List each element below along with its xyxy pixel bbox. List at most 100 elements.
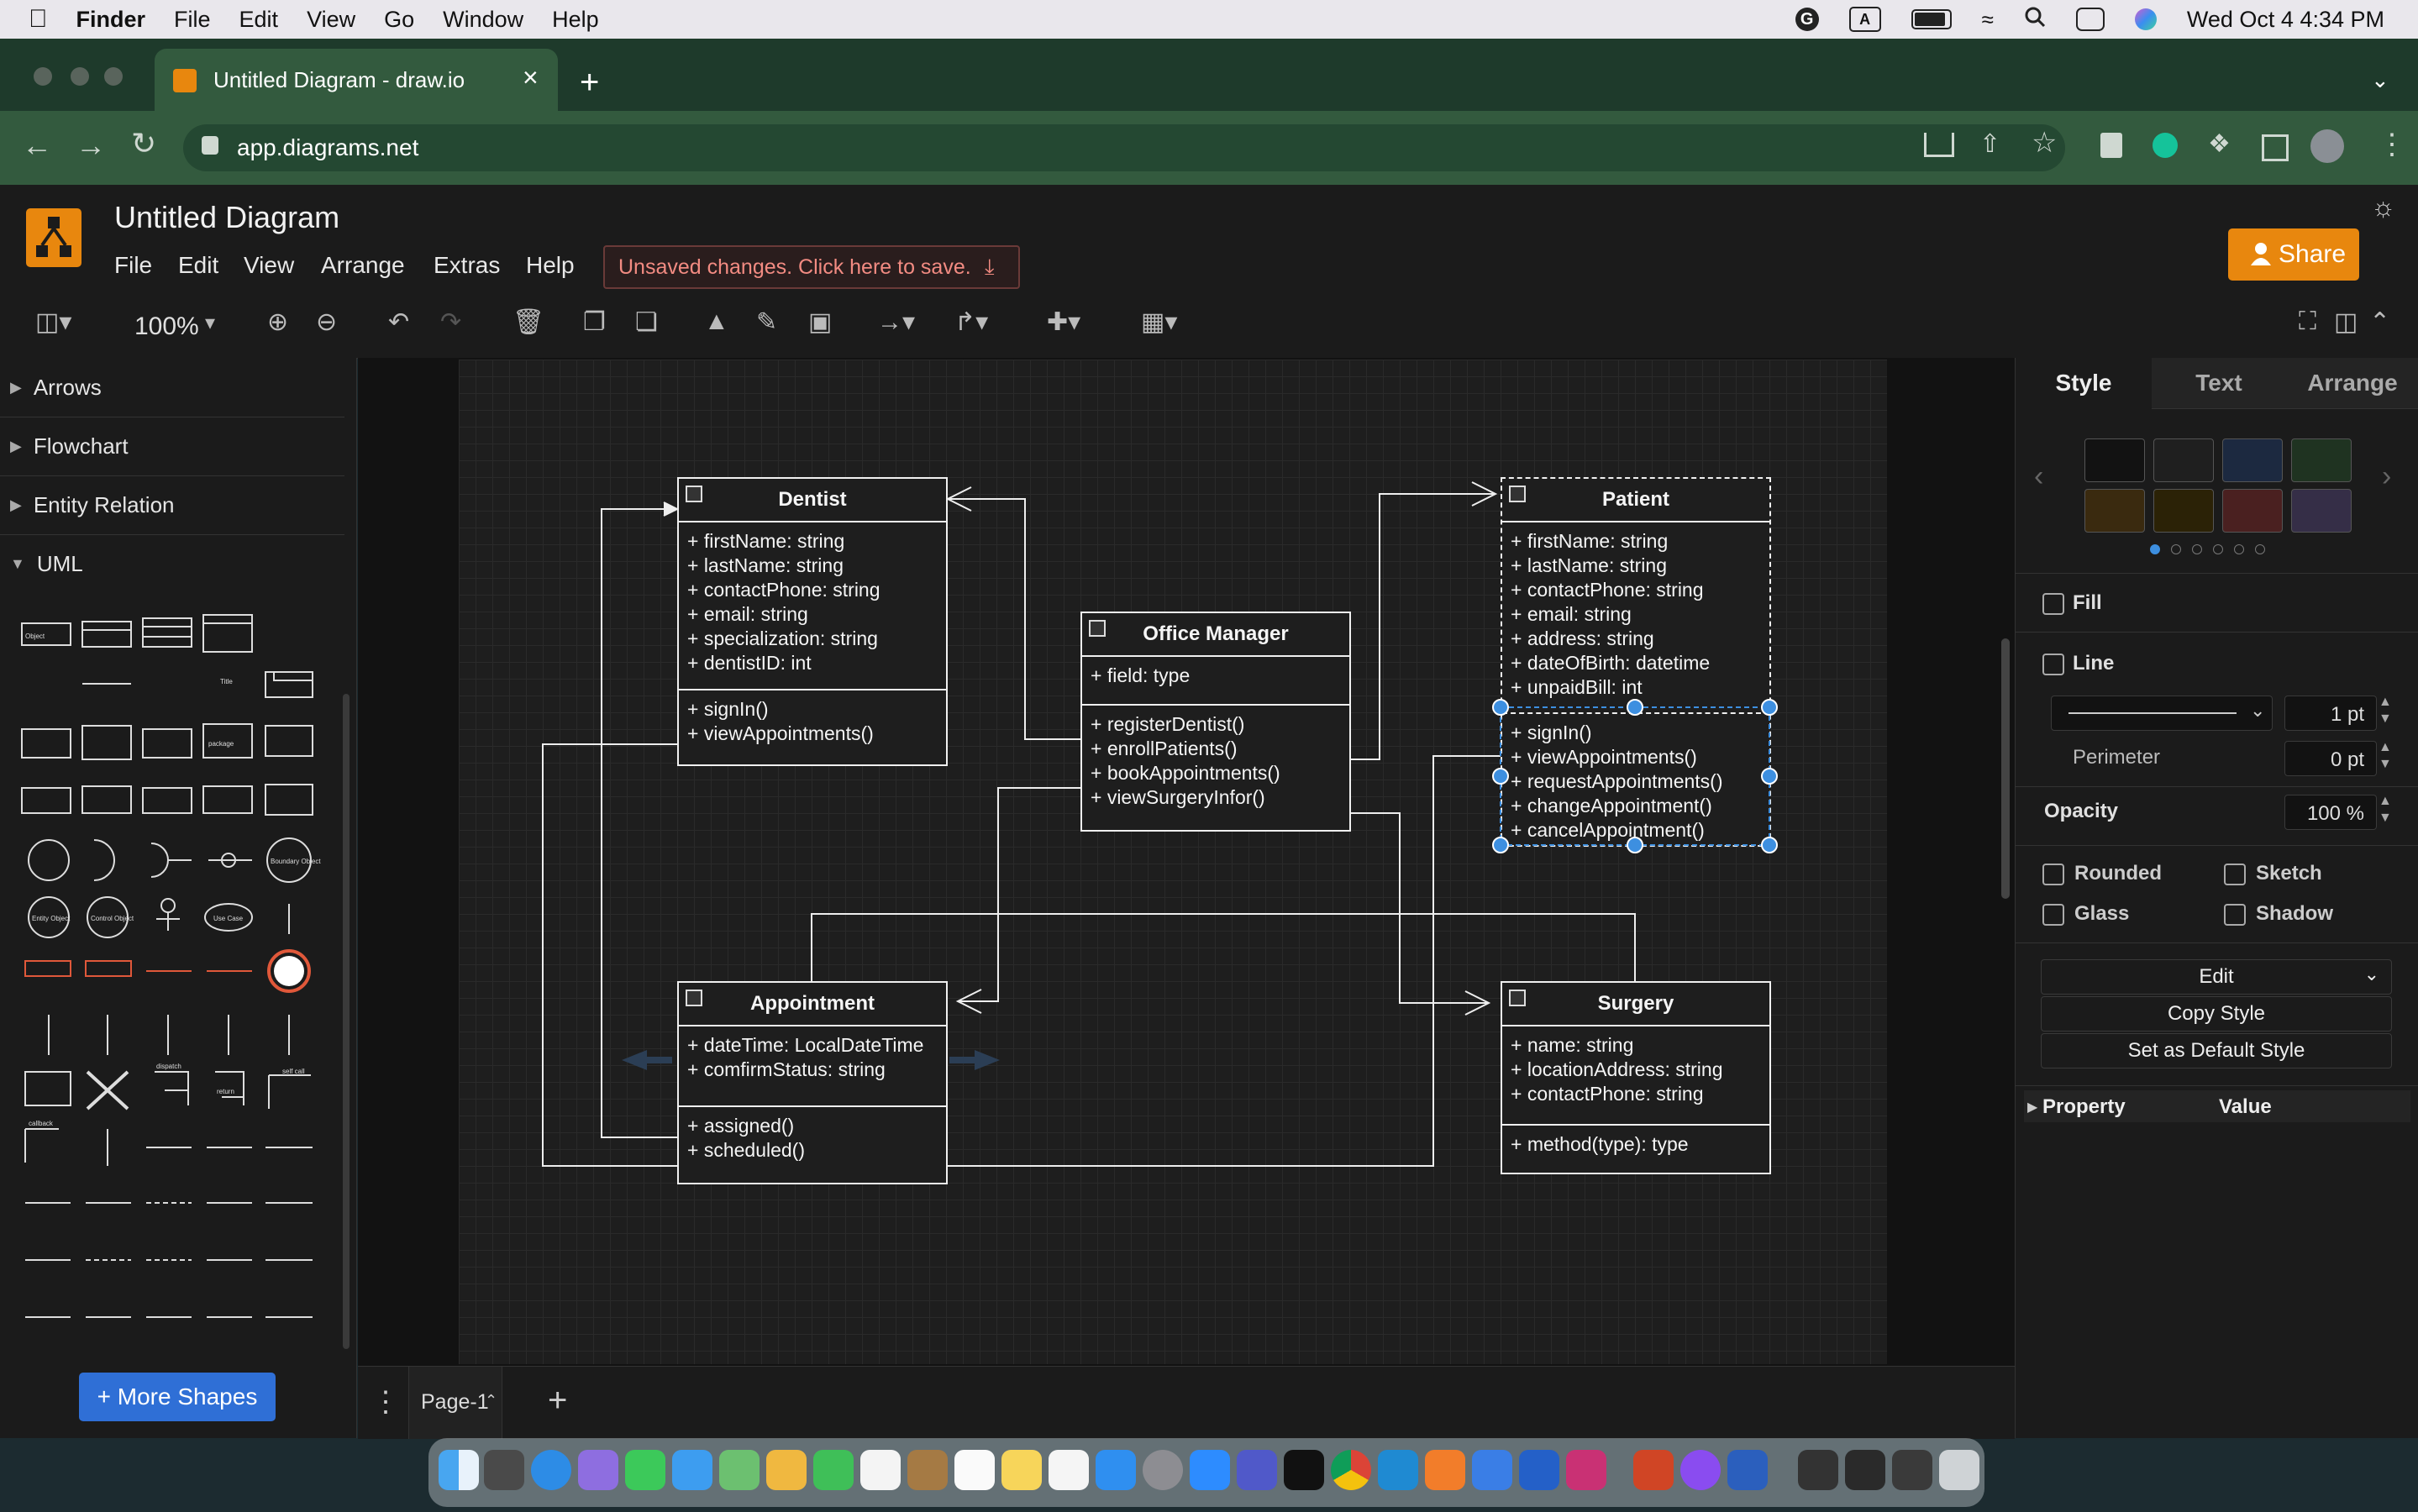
shadow-checkbox[interactable] bbox=[2224, 904, 2246, 926]
dock-vscode-icon[interactable] bbox=[1378, 1450, 1418, 1490]
menu-view[interactable]: View bbox=[307, 7, 355, 33]
uml-class-office-manager[interactable]: Office Manager + field: type + registerD… bbox=[1080, 612, 1351, 832]
forward-icon[interactable]: → bbox=[76, 128, 106, 163]
dock-teams-icon[interactable] bbox=[1237, 1450, 1277, 1490]
app-menu-help[interactable]: Help bbox=[526, 252, 575, 279]
collapse-icon[interactable]: ⌃ bbox=[2369, 307, 2390, 337]
attribute[interactable]: + firstName: string bbox=[1511, 529, 1761, 554]
dock-recent-window-3[interactable] bbox=[1892, 1450, 1932, 1490]
attribute[interactable]: + contactPhone: string bbox=[1511, 578, 1761, 602]
zoom-level-select[interactable]: 100% bbox=[134, 312, 199, 341]
class-header[interactable]: Office Manager bbox=[1082, 613, 1349, 657]
connection-style-icon[interactable]: →▾ bbox=[877, 307, 915, 337]
menu-file[interactable]: File bbox=[174, 7, 211, 33]
method[interactable]: + viewAppointments() bbox=[1511, 745, 1761, 769]
app-menu-extras[interactable]: Extras bbox=[434, 252, 500, 279]
method[interactable]: + scheduled() bbox=[687, 1138, 938, 1163]
method[interactable]: + viewAppointments() bbox=[687, 722, 938, 746]
uml-class-patient[interactable]: Patient + firstName: string + lastName: … bbox=[1501, 477, 1771, 847]
dock-mail-icon[interactable] bbox=[672, 1450, 712, 1490]
dock-trash-icon[interactable] bbox=[1939, 1450, 1979, 1490]
back-icon[interactable]: ← bbox=[22, 128, 52, 163]
dock-word-icon[interactable] bbox=[1727, 1450, 1768, 1490]
battery-icon[interactable] bbox=[1911, 9, 1952, 29]
zoom-out-icon[interactable]: ⊖ bbox=[316, 307, 337, 337]
profile-avatar[interactable] bbox=[2310, 129, 2344, 163]
uml-class-appointment[interactable]: Appointment + dateTime: LocalDateTime + … bbox=[677, 981, 948, 1184]
to-back-icon[interactable]: ❏ bbox=[635, 307, 658, 337]
attributes-section[interactable]: + field: type bbox=[1082, 657, 1349, 704]
opacity-stepper-icon[interactable]: ▲ ▼ bbox=[2379, 793, 2392, 827]
attribute[interactable]: + email: string bbox=[687, 602, 938, 627]
uml-shapes-palette[interactable]: Object Title package Entity Object Contr… bbox=[0, 601, 344, 1357]
spotlight-search-icon[interactable] bbox=[2024, 6, 2046, 34]
opacity-input[interactable]: 100 % bbox=[2284, 795, 2377, 830]
app-menu-edit[interactable]: Edit bbox=[178, 252, 218, 279]
attributes-section[interactable]: + firstName: string + lastName: string +… bbox=[1502, 522, 1769, 712]
dock-freeform-icon[interactable] bbox=[1049, 1450, 1089, 1490]
pages-menu-icon[interactable]: ⋮ bbox=[371, 1385, 400, 1419]
line-width-input[interactable]: 1 pt bbox=[2284, 696, 2377, 731]
perimeter-stepper-icon[interactable]: ▲ ▼ bbox=[2379, 739, 2392, 773]
dock-messenger-icon[interactable] bbox=[1680, 1450, 1721, 1490]
attribute[interactable]: + dateTime: LocalDateTime bbox=[687, 1033, 938, 1058]
tab-style[interactable]: Style bbox=[2016, 358, 2152, 408]
install-app-icon[interactable] bbox=[1924, 133, 1954, 157]
dock-intellij-icon[interactable] bbox=[1566, 1450, 1606, 1490]
line-color-icon[interactable]: ✎ bbox=[756, 307, 777, 337]
attribute[interactable]: + dentistID: int bbox=[687, 651, 938, 675]
siri-icon[interactable] bbox=[2134, 8, 2157, 30]
swatch-page-dots[interactable] bbox=[2150, 544, 2265, 554]
dock-reminders-icon[interactable] bbox=[954, 1450, 995, 1490]
method[interactable]: + bookAppointments() bbox=[1091, 761, 1341, 785]
method[interactable]: + registerDentist() bbox=[1091, 712, 1341, 737]
dock-app-store-icon[interactable] bbox=[1096, 1450, 1136, 1490]
methods-section[interactable]: + registerDentist() + enrollPatients() +… bbox=[1082, 704, 1349, 816]
app-menu-file[interactable]: File bbox=[114, 252, 152, 279]
window-close-icon[interactable] bbox=[34, 67, 52, 86]
attribute[interactable]: + specialization: string bbox=[687, 627, 938, 651]
dock-maps-icon[interactable] bbox=[719, 1450, 760, 1490]
add-page-icon[interactable]: + bbox=[548, 1382, 567, 1420]
share-button[interactable]: Share bbox=[2228, 228, 2359, 281]
sidebar-section-flowchart[interactable]: ▶ Flowchart bbox=[0, 417, 344, 476]
dock-terminal-icon[interactable] bbox=[1284, 1450, 1324, 1490]
dock-settings-icon[interactable] bbox=[1143, 1450, 1183, 1490]
uml-class-dentist[interactable]: Dentist + firstName: string + lastName: … bbox=[677, 477, 948, 766]
menu-window[interactable]: Window bbox=[443, 7, 523, 33]
property-table-header[interactable]: ▶ Property Value bbox=[2024, 1090, 2410, 1122]
method[interactable]: + signIn() bbox=[1511, 721, 1761, 745]
shadow-icon[interactable]: ▣ bbox=[808, 307, 832, 337]
method[interactable]: + changeAppointment() bbox=[1511, 794, 1761, 818]
collapse-icon[interactable] bbox=[1509, 990, 1526, 1006]
attribute[interactable]: + name: string bbox=[1511, 1033, 1761, 1058]
fill-color-icon[interactable]: ▲ bbox=[704, 307, 729, 336]
attribute[interactable]: + firstName: string bbox=[687, 529, 938, 554]
bookmark-star-icon[interactable]: ☆ bbox=[2032, 126, 2057, 160]
dock-messages-icon[interactable] bbox=[625, 1450, 665, 1490]
method[interactable]: + viewSurgeryInfor() bbox=[1091, 785, 1341, 810]
dock-sublime-icon[interactable] bbox=[1425, 1450, 1465, 1490]
methods-section[interactable]: + signIn() + viewAppointments() + reques… bbox=[1502, 712, 1769, 849]
dock-facetime-icon[interactable] bbox=[813, 1450, 854, 1490]
methods-section[interactable]: + signIn() + viewAppointments() bbox=[679, 689, 946, 753]
glass-checkbox[interactable] bbox=[2042, 904, 2064, 926]
rounded-checkbox[interactable] bbox=[2042, 864, 2064, 885]
collapse-icon[interactable] bbox=[686, 990, 702, 1006]
attribute[interactable]: + lastName: string bbox=[1511, 554, 1761, 578]
class-header[interactable]: Appointment bbox=[679, 983, 946, 1026]
collapse-icon[interactable] bbox=[686, 486, 702, 502]
dock-launchpad-icon[interactable] bbox=[578, 1450, 618, 1490]
diagram-title[interactable]: Untitled Diagram bbox=[114, 200, 339, 235]
style-swatch[interactable] bbox=[2291, 438, 2352, 482]
browser-tab-active[interactable]: Untitled Diagram - draw.io × bbox=[155, 49, 558, 111]
set-default-style-button[interactable]: Set as Default Style bbox=[2041, 1033, 2392, 1068]
extension-doc-icon[interactable] bbox=[2100, 133, 2122, 158]
menubar-clock[interactable]: Wed Oct 4 4:34 PM bbox=[2187, 7, 2384, 33]
undo-icon[interactable]: ↶ bbox=[388, 307, 409, 337]
dock-notes-icon[interactable] bbox=[1001, 1450, 1042, 1490]
style-swatch[interactable] bbox=[2291, 489, 2352, 533]
tab-arrange[interactable]: Arrange bbox=[2286, 358, 2418, 409]
method[interactable]: + assigned() bbox=[687, 1114, 938, 1138]
tab-close-icon[interactable]: × bbox=[523, 62, 539, 93]
